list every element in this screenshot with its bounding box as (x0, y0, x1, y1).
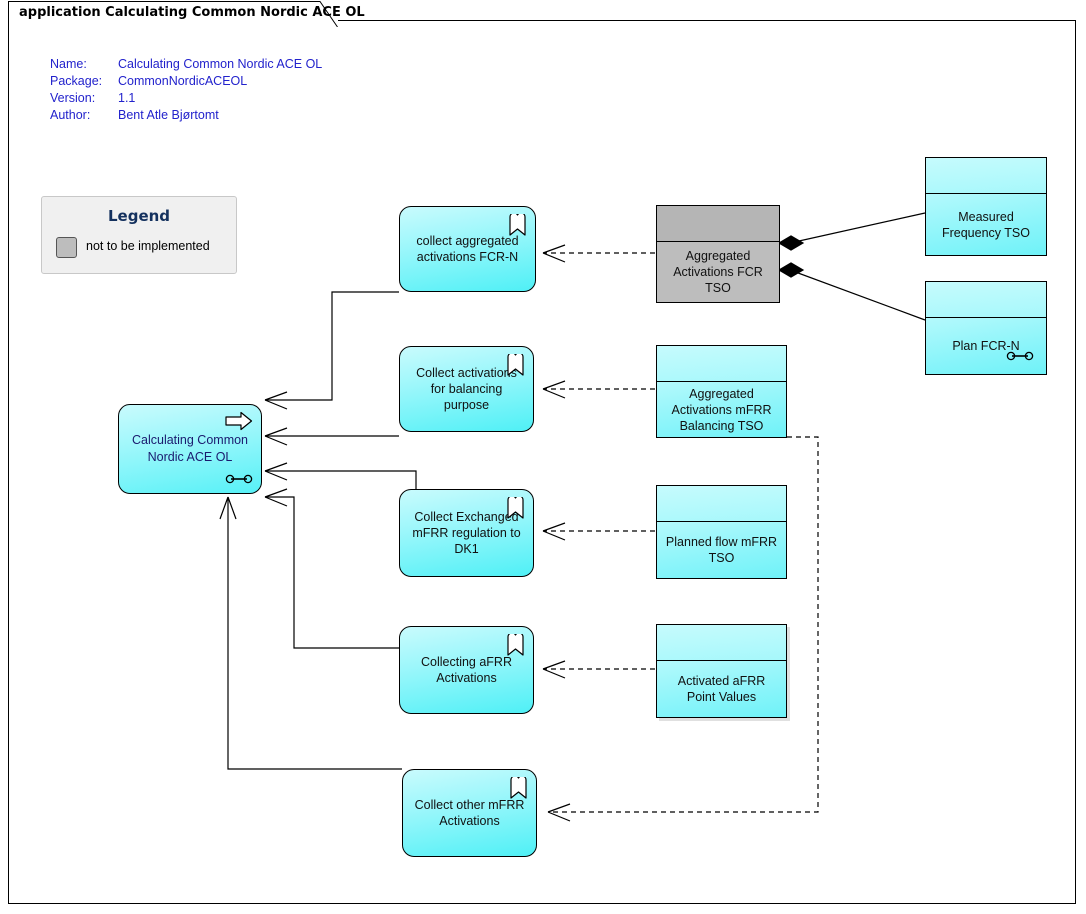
entity-body-compartment: Planned flow mFRR TSO (657, 522, 786, 578)
usecase-ribbon-icon (507, 354, 524, 376)
entity-header-compartment (657, 625, 786, 661)
legend-swatch-not-implemented (56, 237, 77, 258)
entity-header-compartment (657, 346, 786, 382)
node-usecase-collect-aggregated-activations-fcr-n[interactable]: collect aggregated activations FCR-N (399, 206, 536, 292)
meta-version-key: Version: (50, 91, 96, 105)
ball-and-socket-icon (1006, 351, 1034, 361)
entity-label: Planned flow mFRR TSO (665, 535, 778, 565)
entity-label: Measured Frequency TSO (941, 209, 1030, 240)
diagram-canvas: application Calculating Common Nordic AC… (0, 0, 1086, 914)
meta-row-version: Version: 1.1 (50, 90, 322, 107)
usecase-label: Collect other mFRR Activations (414, 798, 525, 828)
entity-label: Aggregated Activations FCR TSO (673, 249, 763, 295)
legend-title: Legend (107, 207, 171, 225)
meta-package-key: Package: (50, 74, 103, 88)
node-entity-plan-fcr-n[interactable]: Plan FCR-N (925, 281, 1047, 375)
entity-body-compartment: Measured Frequency TSO (926, 194, 1046, 255)
diagram-title-label: application Calculating Common Nordic AC… (19, 5, 365, 20)
meta-name-key: Name: (50, 57, 87, 71)
entity-body-compartment: Aggregated Activations mFRR Balancing TS… (657, 382, 786, 437)
process-arrow-icon (225, 411, 253, 431)
meta-name-value: Calculating Common Nordic ACE OL (118, 57, 323, 71)
node-usecase-collect-activations-for-balancing-purpose[interactable]: Collect activations for balancing purpos… (399, 346, 534, 432)
entity-header-compartment (926, 158, 1046, 194)
entity-label: Activated aFRR Point Values (677, 674, 766, 704)
meta-version-value: 1.1 (118, 91, 136, 105)
diagram-title-tab[interactable]: application Calculating Common Nordic AC… (8, 1, 365, 27)
entity-header-compartment (926, 282, 1046, 318)
usecase-ribbon-icon (510, 777, 527, 799)
meta-row-author: Author: Bent Atle Bjørtomt (50, 107, 322, 124)
node-entity-measured-frequency-tso[interactable]: Measured Frequency TSO (925, 157, 1047, 256)
node-usecase-collect-exchanged-mfrr-regulation-to-dk1[interactable]: Collect Exchanged mFRR regulation to DK1 (399, 489, 534, 577)
usecase-ribbon-icon (507, 497, 524, 519)
node-application-calculating-common-nordic-ace-ol[interactable]: Calculating Common Nordic ACE OL (118, 404, 262, 494)
meta-package-value: CommonNordicACEOL (118, 74, 248, 88)
entity-header-compartment (657, 206, 779, 242)
entity-body-compartment: Activated aFRR Point Values (657, 661, 786, 717)
meta-row-name: Name: Calculating Common Nordic ACE OL (50, 56, 322, 73)
meta-author-value: Bent Atle Bjørtomt (118, 108, 219, 122)
usecase-ribbon-icon (507, 634, 524, 656)
diagram-metadata: Name: Calculating Common Nordic ACE OL P… (50, 56, 322, 124)
node-usecase-collect-other-mfrr-activations[interactable]: Collect other mFRR Activations (402, 769, 537, 857)
node-entity-aggregated-activations-fcr-tso[interactable]: Aggregated Activations FCR TSO (656, 205, 780, 303)
node-entity-aggregated-activations-mfrr-balancing-tso[interactable]: Aggregated Activations mFRR Balancing TS… (656, 345, 787, 438)
legend-box: Legend not to be implemented (41, 196, 237, 274)
ball-and-socket-icon (225, 474, 253, 484)
node-usecase-collecting-afrr-activations[interactable]: Collecting aFRR Activations (399, 626, 534, 714)
meta-row-package: Package: CommonNordicACEOL (50, 73, 322, 90)
entity-label: Aggregated Activations mFRR Balancing TS… (671, 386, 772, 433)
entity-header-compartment (657, 486, 786, 522)
node-entity-planned-flow-mfrr-tso[interactable]: Planned flow mFRR TSO (656, 485, 787, 579)
usecase-label: Collecting aFRR Activations (420, 655, 512, 685)
usecase-ribbon-icon (509, 214, 526, 236)
usecase-label: collect aggregated activations FCR-N (416, 234, 519, 264)
application-node-label: Calculating Common Nordic ACE OL (131, 433, 249, 464)
node-entity-activated-afrr-point-values[interactable]: Activated aFRR Point Values (656, 624, 787, 718)
entity-body-compartment: Plan FCR-N (926, 318, 1046, 374)
legend-item-label: not to be implemented (86, 239, 210, 253)
meta-author-key: Author: (50, 108, 91, 122)
entity-body-compartment: Aggregated Activations FCR TSO (657, 242, 779, 302)
